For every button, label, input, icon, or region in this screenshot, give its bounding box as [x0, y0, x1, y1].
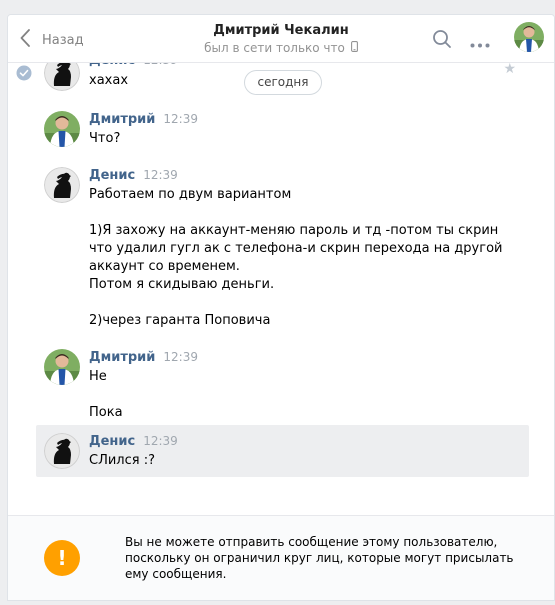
sender-avatar[interactable] — [44, 433, 80, 469]
message-time: 12:39 — [143, 434, 178, 448]
message-item[interactable]: Дмитрий 12:39 Что? — [36, 111, 529, 151]
message-author: Денис 12:39 — [89, 434, 178, 449]
chat-title[interactable]: Дмитрий Чекалин — [8, 23, 554, 38]
sender-avatar[interactable] — [44, 111, 80, 147]
exclamation-icon: ! — [44, 540, 80, 576]
chat-header: Назад Дмитрий Чекалин был в сети только … — [8, 15, 554, 63]
message-item[interactable]: Денис 12:39 Работаем по двум вариантом 1)… — [36, 167, 529, 337]
blocked-notice-text: Вы не можете отправить сообщение этому п… — [125, 535, 514, 581]
sender-avatar[interactable] — [44, 167, 80, 203]
message-item-selected[interactable]: Денис 12:39 СЛился :? — [36, 425, 529, 477]
contact-avatar[interactable] — [514, 22, 544, 52]
message-item[interactable]: Дмитрий 12:39 Не Пока — [36, 349, 529, 421]
star-icon[interactable]: ★ — [503, 61, 516, 77]
check-icon[interactable] — [16, 65, 32, 85]
more-icon[interactable] — [470, 37, 490, 52]
online-status-text: был в сети только что — [204, 41, 345, 55]
author-name[interactable]: Дмитрий — [89, 350, 155, 365]
message-text: Что? — [89, 131, 121, 146]
message-text: СЛился :? — [89, 453, 155, 468]
search-icon[interactable] — [432, 29, 452, 53]
message-list: Денис12:39 хахах Дмитрий12:39 Что? — [8, 53, 554, 515]
date-separator: сегодня — [244, 70, 322, 95]
author-name[interactable]: Денис — [89, 434, 135, 449]
message-author: Дмитрий 12:39 — [89, 112, 198, 127]
chat-panel: Назад Дмитрий Чекалин был в сети только … — [7, 14, 555, 601]
message-text: Не Пока — [89, 369, 123, 420]
blocked-notice: ! Вы не можете отправить сообщение этому… — [8, 515, 554, 600]
message-text: Работаем по двум вариантом 1)Я захожу на… — [89, 187, 503, 328]
author-name[interactable]: Дмитрий — [89, 112, 155, 127]
message-time: 12:39 — [163, 112, 198, 126]
message-author: Денис 12:39 — [89, 168, 178, 183]
author-name[interactable]: Денис — [89, 168, 135, 183]
message-time: 12:39 — [143, 168, 178, 182]
message-author: Дмитрий 12:39 — [89, 350, 198, 365]
sender-avatar[interactable] — [44, 349, 80, 385]
online-status: был в сети только что — [204, 41, 358, 55]
phone-icon — [350, 41, 358, 55]
message-time: 12:39 — [163, 350, 198, 364]
